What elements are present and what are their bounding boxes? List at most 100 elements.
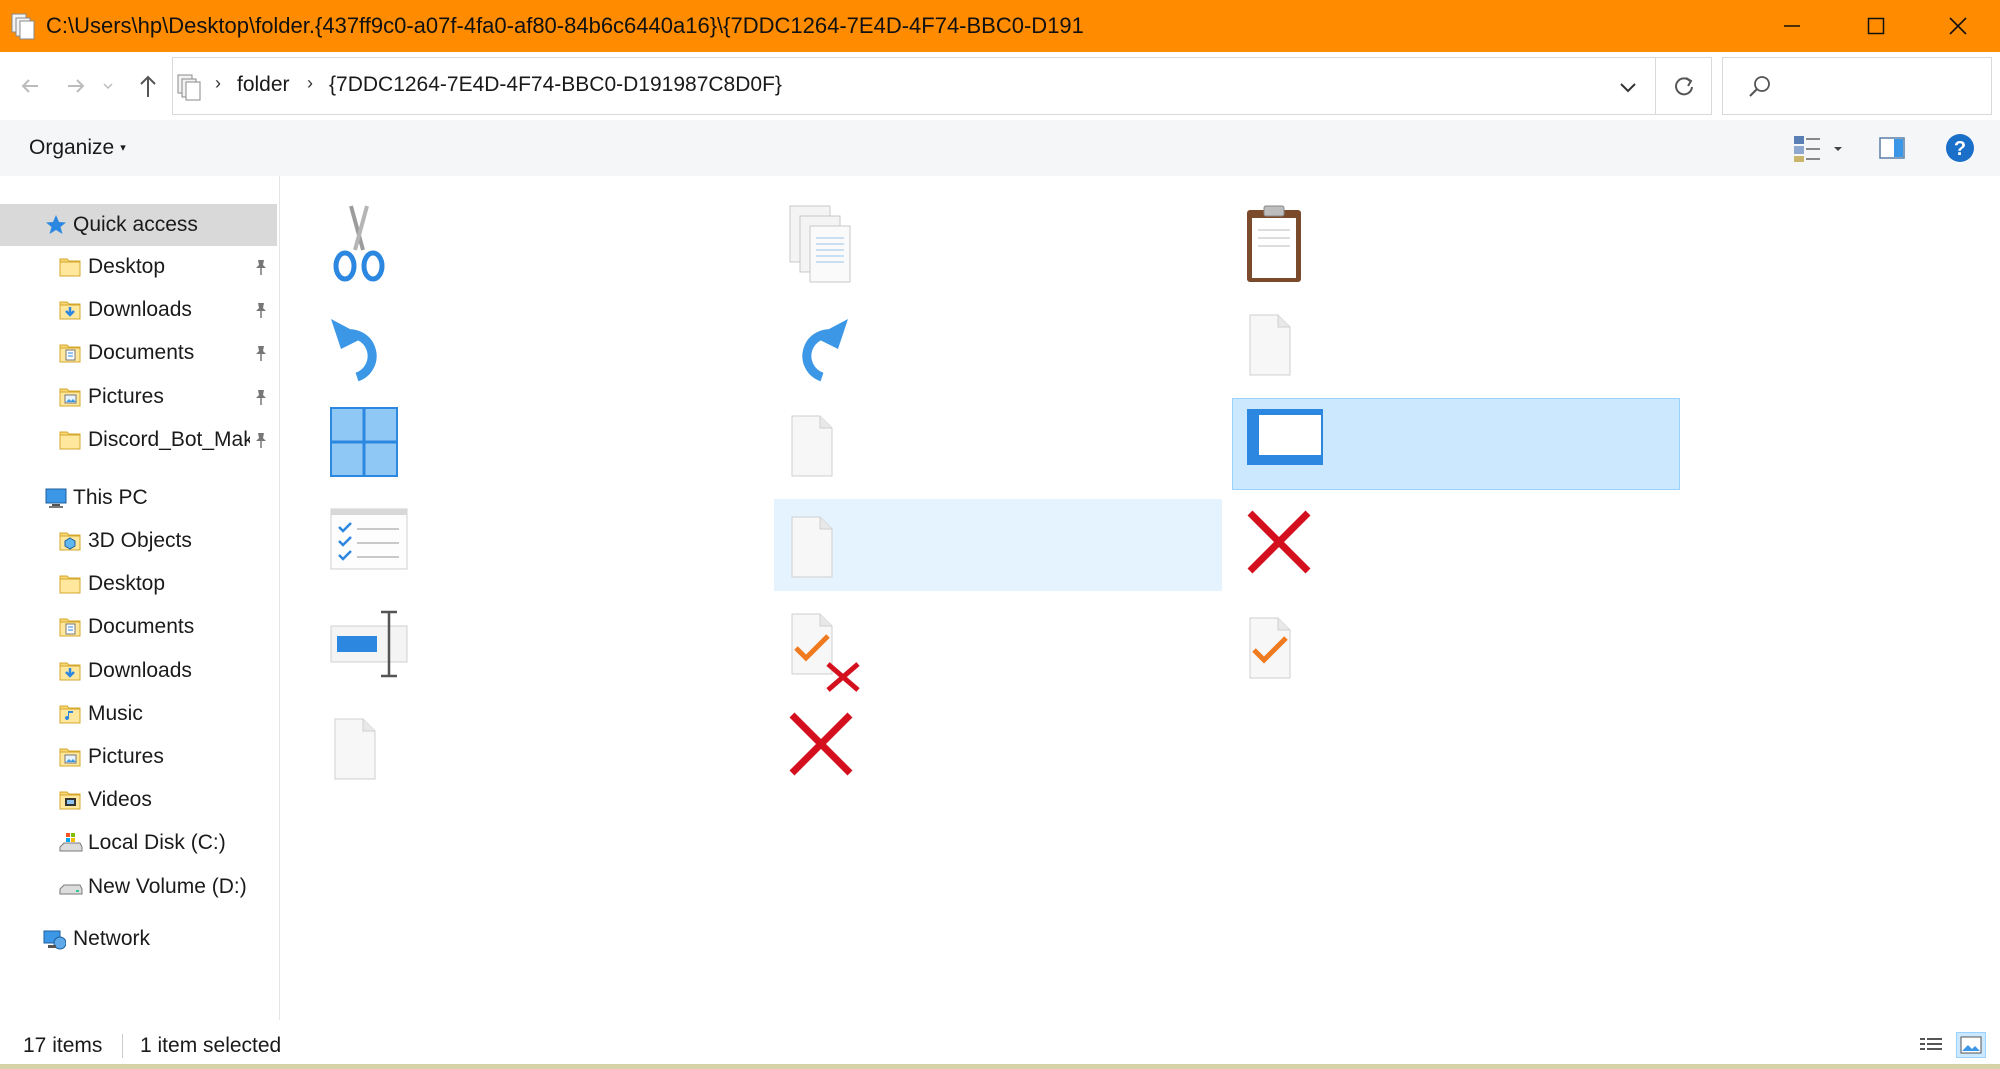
drive-icon	[58, 875, 83, 899]
nav-item-music[interactable]: Music	[0, 693, 277, 735]
details-view-button[interactable]	[1918, 1034, 1944, 1056]
pictures-folder-icon	[58, 385, 82, 409]
command-bar: Organize ▾ ?	[0, 120, 2000, 176]
breadcrumb-current[interactable]: {7DDC1264-7E4D-4F74-BBC0-D191987C8D0F}	[329, 73, 782, 97]
file-item[interactable]	[317, 600, 765, 692]
videos-folder-icon	[58, 788, 82, 812]
svg-text:?: ?	[1954, 138, 1966, 160]
file-item[interactable]	[317, 398, 765, 490]
preview-pane-button[interactable]	[1878, 134, 1908, 162]
nav-item-local-disk-c[interactable]: Local Disk (C:)	[0, 822, 277, 864]
file-item[interactable]	[317, 196, 765, 288]
clipboard-icon	[1244, 204, 1334, 288]
redo-icon	[786, 305, 876, 389]
nav-item-pictures[interactable]: Pictures	[0, 736, 277, 778]
rename-icon	[329, 608, 419, 692]
change-view-button[interactable]	[1792, 132, 1848, 164]
pin-icon[interactable]	[252, 258, 270, 276]
nav-item-pictures[interactable]: Pictures	[0, 376, 277, 418]
nav-this-pc[interactable]: This PC	[0, 477, 277, 519]
file-explorer-window: C:\Users\hp\Desktop\folder.{437ff9c0-a07…	[0, 0, 2000, 1069]
nav-item-downloads[interactable]: Downloads	[0, 650, 277, 692]
address-dropdown-chevron-icon[interactable]	[1617, 76, 1639, 98]
file-item[interactable]	[1232, 499, 1680, 591]
music-folder-icon	[58, 702, 82, 726]
pin-icon[interactable]	[252, 431, 270, 449]
organize-button[interactable]: Organize ▾	[29, 136, 126, 160]
help-icon: ?	[1946, 134, 1974, 162]
folder-pages-icon	[177, 74, 201, 101]
status-bar: 17 items 1 item selected	[0, 1020, 2000, 1069]
close-button[interactable]	[1916, 0, 2000, 52]
nav-quick-access[interactable]: Quick access	[0, 204, 277, 246]
nav-network[interactable]: Network	[0, 918, 277, 960]
nav-item-3d-objects[interactable]: 3D Objects	[0, 520, 277, 562]
nav-item-documents[interactable]: Documents	[0, 606, 277, 648]
file-item[interactable]	[774, 398, 1222, 490]
file-item[interactable]	[774, 196, 1222, 288]
back-arrow-icon[interactable]	[12, 68, 48, 104]
nav-item-downloads[interactable]: Downloads	[0, 289, 277, 331]
nav-item-videos[interactable]: Videos	[0, 779, 277, 821]
address-bar[interactable]: › folder › {7DDC1264-7E4D-4F74-BBC0-D191…	[172, 57, 1656, 115]
file-item[interactable]	[1232, 600, 1680, 692]
item-count: 17 items	[23, 1034, 103, 1057]
title-bar[interactable]: C:\Users\hp\Desktop\folder.{437ff9c0-a07…	[0, 0, 2000, 52]
copy-icon	[786, 204, 876, 288]
downloads-folder-icon	[58, 298, 82, 322]
blank-file-icon	[329, 709, 419, 793]
nav-item-documents[interactable]: Documents	[0, 332, 277, 374]
recent-locations-chevron-icon[interactable]	[98, 68, 118, 104]
downloads-folder-icon	[58, 659, 82, 683]
pin-icon[interactable]	[252, 301, 270, 319]
file-item[interactable]	[317, 701, 765, 793]
large-icons-view-icon	[1960, 1036, 1982, 1054]
nav-item-new-volume-d[interactable]: New Volume (D:)	[0, 866, 277, 908]
blank-file-icon	[786, 406, 876, 490]
caret-down-icon: ▾	[120, 142, 126, 154]
file-item[interactable]	[774, 297, 1222, 389]
blank-file-icon	[1244, 305, 1334, 389]
red-x-icon	[786, 709, 876, 793]
forward-arrow-icon[interactable]	[58, 68, 94, 104]
file-item[interactable]	[317, 297, 765, 389]
folder-pages-icon	[6, 8, 42, 44]
refresh-button[interactable]	[1656, 57, 1712, 115]
minimize-button[interactable]	[1750, 0, 1834, 52]
3d-objects-folder-icon	[58, 529, 82, 553]
details-view-icon	[1920, 1038, 1942, 1050]
maximize-button[interactable]	[1834, 0, 1918, 52]
up-arrow-icon[interactable]	[130, 68, 166, 104]
red-x-icon	[1244, 507, 1334, 591]
folder-icon	[58, 255, 82, 279]
file-item[interactable]	[774, 600, 1222, 692]
computer-icon	[45, 488, 67, 508]
check-file-icon	[1244, 608, 1334, 692]
checklist-icon	[329, 507, 419, 591]
nav-item-desktop[interactable]: Desktop	[0, 563, 277, 605]
navigation-pane: Quick access Desktop Downloads Documents…	[0, 176, 280, 1020]
check-x-file-icon	[786, 608, 876, 692]
file-list	[281, 176, 2000, 1020]
large-icons-view-button[interactable]	[1956, 1032, 1986, 1058]
file-item[interactable]	[1232, 398, 1680, 490]
file-item[interactable]	[774, 701, 1222, 793]
undo-icon	[329, 305, 419, 389]
pictures-folder-icon	[58, 745, 82, 769]
breadcrumb-folder[interactable]: folder	[237, 73, 290, 97]
pin-icon[interactable]	[252, 388, 270, 406]
pin-icon[interactable]	[252, 344, 270, 362]
breadcrumb-chevron-icon: ›	[215, 73, 221, 93]
help-button[interactable]: ?	[1944, 132, 1976, 164]
file-item[interactable]	[1232, 196, 1680, 288]
documents-folder-icon	[58, 341, 82, 365]
file-item[interactable]	[774, 499, 1222, 591]
local-disk-icon	[58, 831, 83, 855]
file-item[interactable]	[317, 499, 765, 591]
nav-item-desktop[interactable]: Desktop	[0, 246, 277, 288]
search-box[interactable]	[1722, 57, 1992, 115]
window-icon	[1245, 407, 1335, 491]
search-icon	[1749, 76, 1770, 97]
file-item[interactable]	[1232, 297, 1680, 389]
nav-item-discord-bot-mak[interactable]: Discord_Bot_Mak	[0, 419, 277, 461]
